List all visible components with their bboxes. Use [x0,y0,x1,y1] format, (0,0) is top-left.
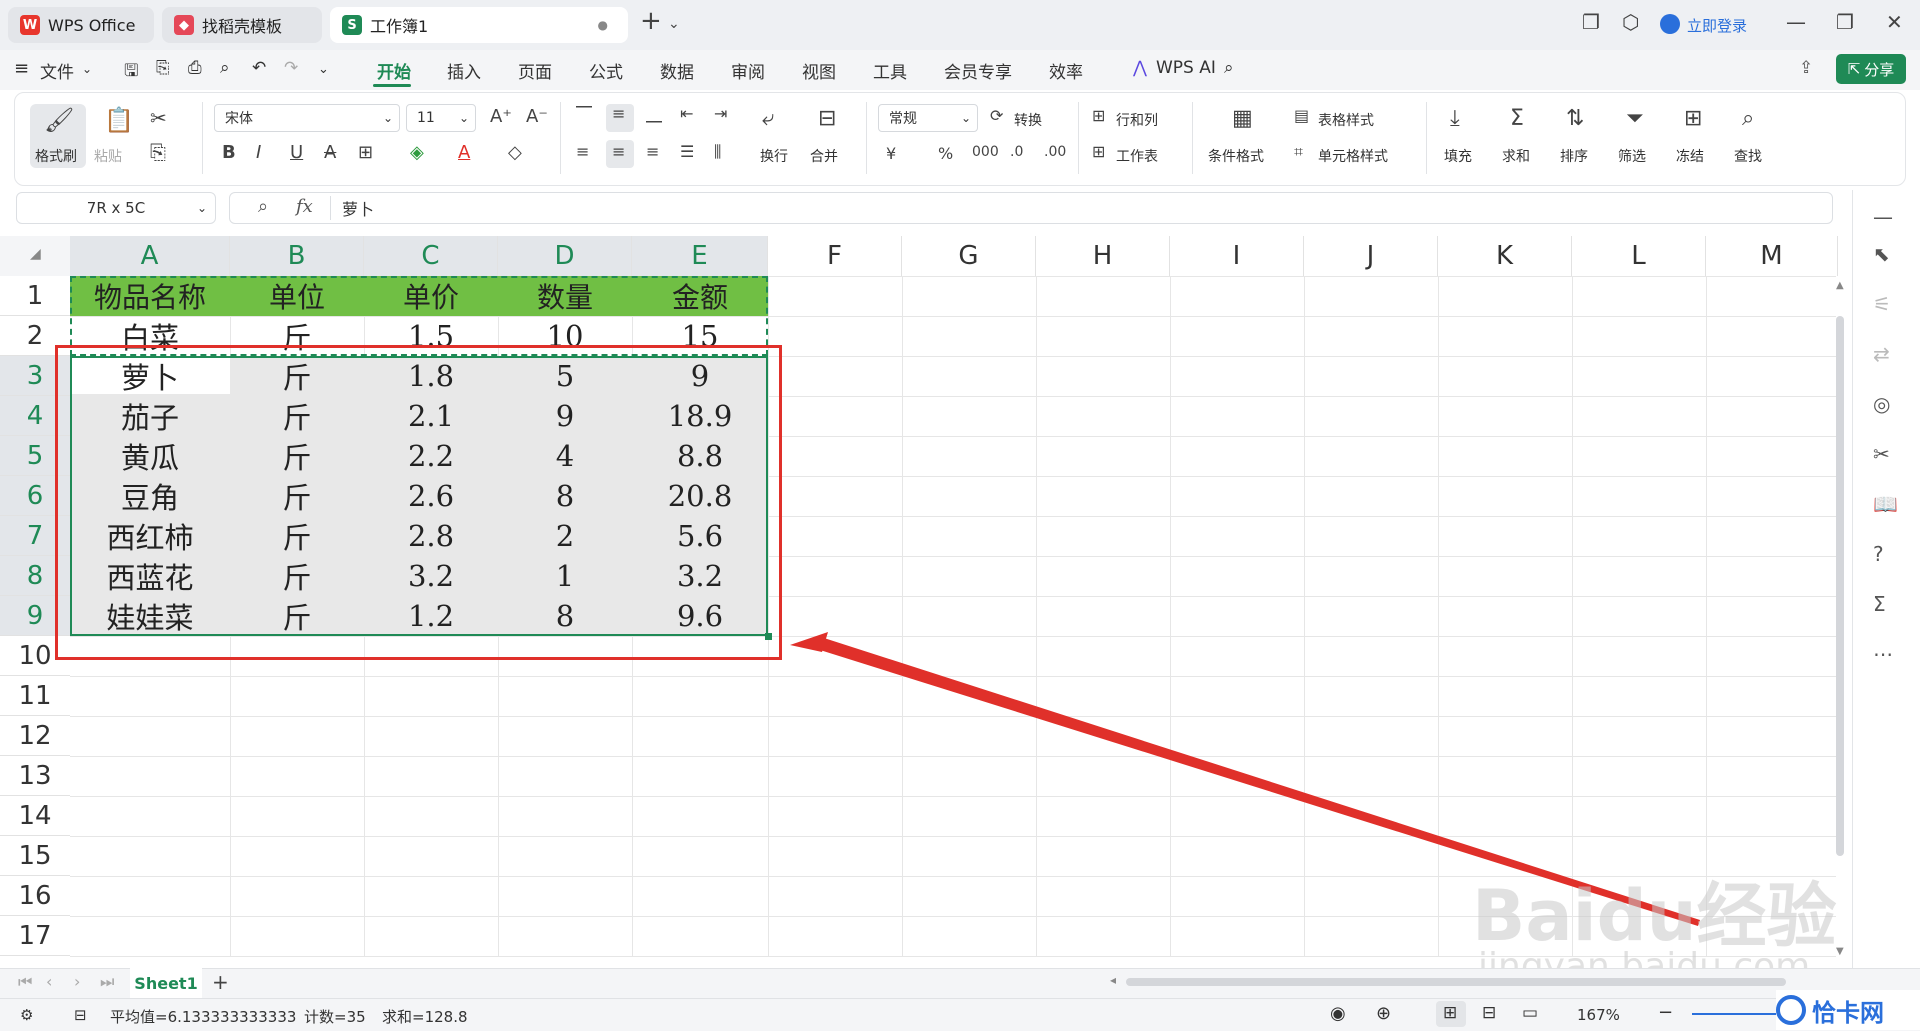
corner-logo-text: 恰卡网 [1812,998,1884,1027]
next-sheet-icon[interactable]: › [74,972,80,991]
scroll-up-icon[interactable]: ▲ [1836,280,1844,294]
zoom-out-icon[interactable]: − [1658,1002,1673,1023]
prev-sheet-icon[interactable]: ‹ [46,972,52,991]
cell-mode-icon[interactable]: ⊟ [74,1006,87,1024]
transfer-icon[interactable]: ⇄ [1873,342,1890,366]
sliders-icon[interactable]: ⚟ [1873,292,1891,316]
chart-icon[interactable]: ◎ [1873,392,1890,416]
normal-view-icon: ⊞ [1443,1003,1458,1023]
page-layout-icon[interactable]: ⊟ [1482,1003,1496,1023]
horizontal-scrollbar-thumb[interactable] [1126,978,1786,986]
zoom-slider[interactable] [1692,1013,1776,1015]
status-count: 计数=35 [304,1008,366,1026]
cursor-icon[interactable]: ⬉ [1873,242,1890,266]
add-sheet-button[interactable]: + [212,970,229,994]
status-sum: 求和=128.8 [382,1008,468,1026]
first-sheet-icon[interactable]: ⏮ [18,972,32,992]
help-icon[interactable]: ? [1873,542,1884,566]
side-panel-divider [1852,190,1853,998]
scroll-down-icon[interactable]: ▼ [1836,946,1844,960]
scroll-left-icon[interactable]: ◂ [1110,973,1116,987]
page-break-icon[interactable]: ▭ [1522,1003,1538,1023]
formula-sigma-icon[interactable]: Σ [1873,592,1886,616]
sheet-tab-sheet1[interactable]: Sheet1 [130,968,202,998]
minus-icon[interactable]: — [1873,205,1893,229]
corner-logo-icon [1776,995,1806,1025]
eye-protection-icon[interactable]: ◉ [1330,1003,1346,1024]
book-icon[interactable]: 📖 [1873,492,1898,516]
vertical-scrollbar-thumb[interactable] [1836,316,1844,856]
corner-logo: 恰卡网 [1776,990,1920,1030]
layout-icon[interactable]: ⊕ [1376,1003,1391,1024]
status-average: 平均值=6.133333333333 [110,1008,297,1026]
zoom-level[interactable]: 167% [1577,1006,1620,1024]
last-sheet-icon[interactable]: ⏭ [100,972,114,992]
macro-icon[interactable]: ⚙ [20,1006,33,1024]
tools-icon[interactable]: ✂ [1873,442,1890,466]
more-icon[interactable]: ⋯ [1873,642,1893,666]
